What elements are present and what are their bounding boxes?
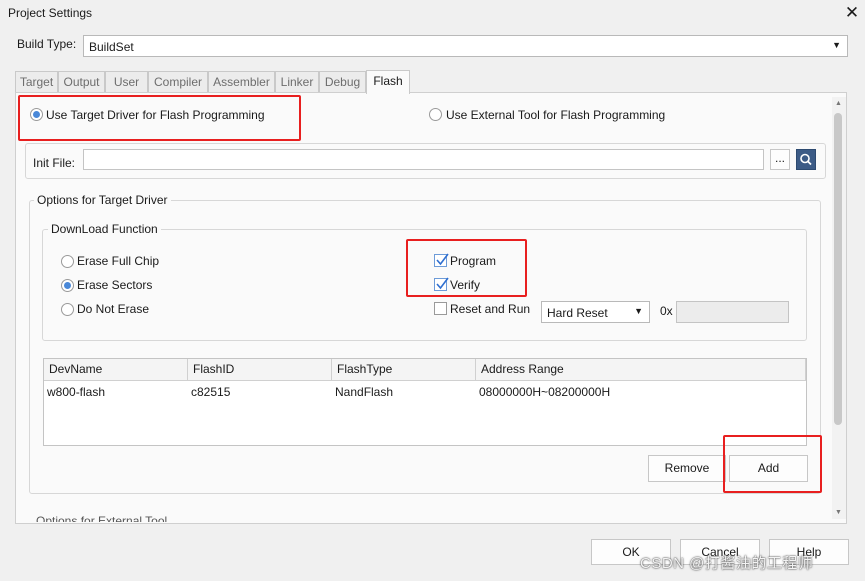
browse-button[interactable]: ... <box>770 149 790 170</box>
erase-full-chip-label[interactable]: Erase Full Chip <box>77 254 159 268</box>
tab-compiler[interactable]: Compiler <box>148 71 208 93</box>
build-type-label: Build Type: <box>17 37 77 51</box>
download-function-title: DownLoad Function <box>48 222 161 236</box>
close-icon[interactable]: ✕ <box>842 2 862 24</box>
use-external-tool-label[interactable]: Use External Tool for Flash Programming <box>446 108 665 122</box>
cell-flashid: c82515 <box>191 385 231 399</box>
flash-device-table: DevName FlashID FlashType Address Range … <box>43 358 807 446</box>
table-row[interactable]: w800-flash c82515 NandFlash 08000000H~08… <box>44 382 806 402</box>
chevron-down-icon: ▼ <box>832 40 841 50</box>
program-checkbox[interactable] <box>434 253 449 267</box>
verify-label[interactable]: Verify <box>450 278 480 292</box>
tab-user[interactable]: User <box>105 71 148 93</box>
tab-target[interactable]: Target <box>15 71 58 93</box>
hex-prefix-label: 0x <box>660 304 673 318</box>
scroll-down-icon[interactable]: ▼ <box>835 509 842 516</box>
erase-sectors-radio[interactable] <box>61 279 74 292</box>
cell-devname: w800-flash <box>47 385 106 399</box>
add-button[interactable]: Add <box>729 455 808 482</box>
program-label[interactable]: Program <box>450 254 496 268</box>
init-file-input[interactable] <box>83 149 764 170</box>
tab-linker[interactable]: Linker <box>275 71 319 93</box>
erase-sectors-label[interactable]: Erase Sectors <box>77 278 152 292</box>
search-icon[interactable] <box>796 149 816 170</box>
build-type-select[interactable]: BuildSet ▼ <box>83 35 848 57</box>
title-bar <box>0 0 865 28</box>
do-not-erase-label[interactable]: Do Not Erase <box>77 302 149 316</box>
use-target-driver-label[interactable]: Use Target Driver for Flash Programming <box>46 108 265 122</box>
column-header-address-range[interactable]: Address Range <box>476 359 806 381</box>
do-not-erase-radio[interactable] <box>61 303 74 316</box>
init-file-label: Init File: <box>33 156 76 170</box>
reset-type-value: Hard Reset <box>547 306 608 320</box>
tab-flash[interactable]: Flash <box>366 70 410 94</box>
download-function-group <box>42 229 807 341</box>
use-target-driver-radio[interactable] <box>30 108 43 121</box>
reset-address-input[interactable] <box>676 301 789 323</box>
build-type-value: BuildSet <box>89 40 134 54</box>
use-external-tool-radio[interactable] <box>429 108 442 121</box>
tab-assembler[interactable]: Assembler <box>208 71 275 93</box>
window-title: Project Settings <box>8 6 93 20</box>
checkmark-icon <box>436 277 449 290</box>
tab-debug[interactable]: Debug <box>319 71 366 93</box>
options-target-driver-title: Options for Target Driver <box>34 193 171 207</box>
chevron-down-icon: ▼ <box>634 306 643 316</box>
erase-full-chip-radio[interactable] <box>61 255 74 268</box>
cell-address-range: 08000000H~08200000H <box>479 385 611 399</box>
scrollbar-thumb[interactable] <box>834 113 842 425</box>
reset-and-run-checkbox[interactable] <box>434 302 447 315</box>
reset-type-select[interactable]: Hard Reset ▼ <box>541 301 650 323</box>
column-header-flashtype[interactable]: FlashType <box>332 359 476 381</box>
tab-output[interactable]: Output <box>58 71 105 93</box>
remove-button[interactable]: Remove <box>648 455 726 482</box>
column-header-flashid[interactable]: FlashID <box>188 359 332 381</box>
scroll-up-icon[interactable]: ▲ <box>835 100 842 107</box>
reset-and-run-label[interactable]: Reset and Run <box>450 302 530 316</box>
watermark: CSDN @打酱油的工程师 <box>640 555 814 572</box>
cell-flashtype: NandFlash <box>335 385 394 399</box>
verify-checkbox[interactable] <box>434 277 449 291</box>
column-header-devname[interactable]: DevName <box>44 359 188 381</box>
checkmark-icon <box>436 253 449 266</box>
options-external-tool-title: Options for External Tool <box>36 514 168 522</box>
